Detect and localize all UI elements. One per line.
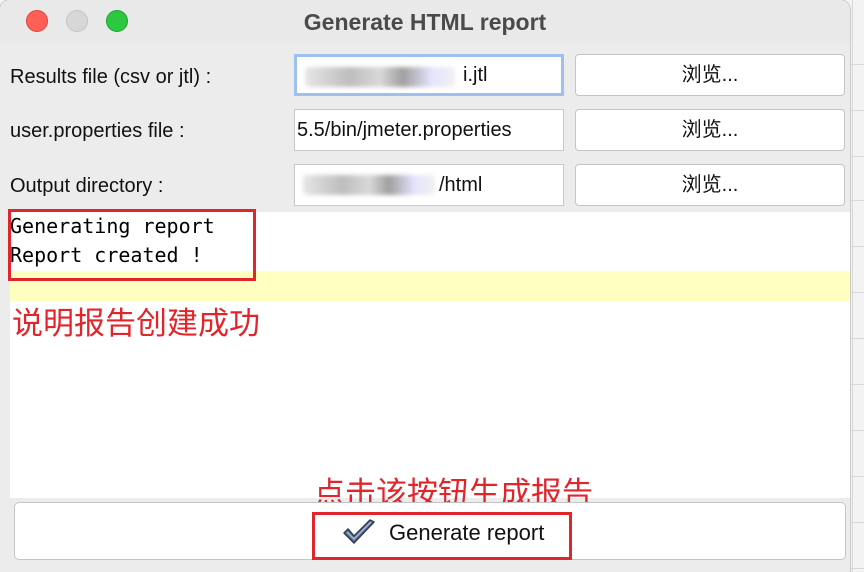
generate-html-report-dialog: Generate HTML report Results file (csv o… <box>0 0 850 572</box>
output-directory-value: /html <box>439 174 483 196</box>
title-bar: Generate HTML report <box>0 0 850 44</box>
button-annotation-box <box>312 512 572 560</box>
results-file-input[interactable]: i.jtl <box>294 54 564 96</box>
log-annotation-box <box>8 209 256 281</box>
browse-user-properties-button[interactable]: 浏览... <box>575 109 845 151</box>
output-directory-label: Output directory : <box>10 175 164 197</box>
browse-output-directory-button[interactable]: 浏览... <box>575 164 845 206</box>
output-directory-input[interactable]: /html <box>294 164 564 206</box>
success-annotation: 说明报告创建成功 <box>12 306 260 341</box>
user-properties-value: 5.5/bin/jmeter.properties <box>297 119 512 141</box>
user-properties-label: user.properties file : <box>10 120 185 142</box>
obscured-path <box>305 67 455 87</box>
results-file-label: Results file (csv or jtl) : <box>10 66 212 88</box>
results-file-value: i.jtl <box>463 64 488 86</box>
window-title: Generate HTML report <box>303 9 547 35</box>
browse-results-file-button[interactable]: 浏览... <box>575 54 845 96</box>
user-properties-input[interactable]: 5.5/bin/jmeter.properties <box>294 109 564 151</box>
obscured-path <box>303 175 435 195</box>
